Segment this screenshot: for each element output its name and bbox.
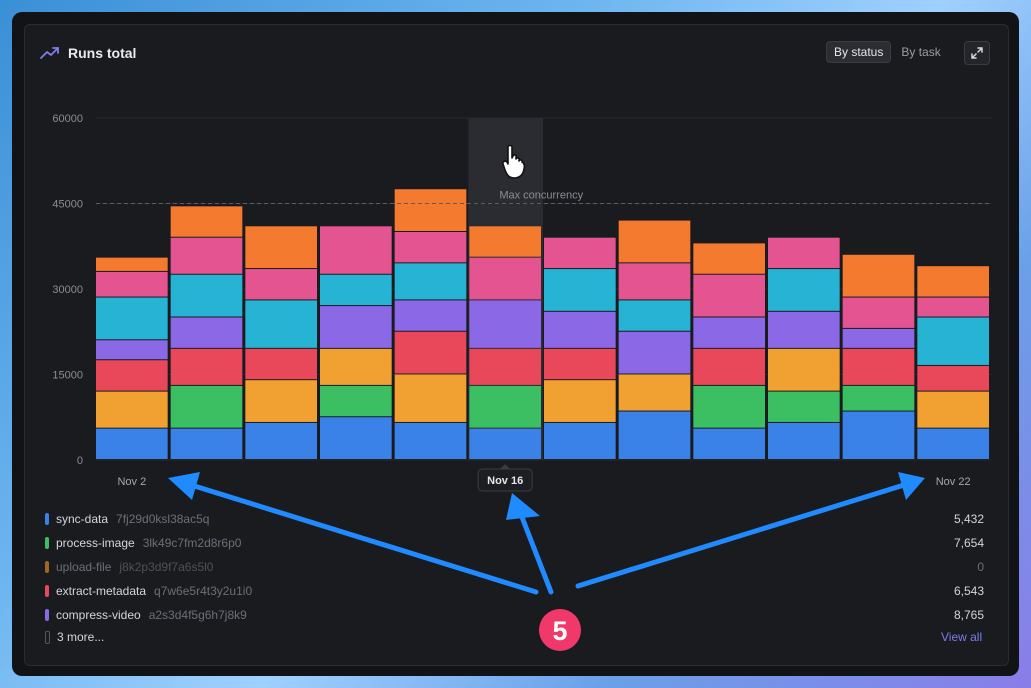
arrow-head-nov2: [168, 472, 200, 500]
arrow-head-nov22: [898, 472, 925, 500]
hand-pointer-icon: [502, 144, 526, 179]
annotation-arrows: [168, 472, 925, 595]
arrow-to-nov2: [185, 481, 539, 595]
arrow-to-nov16: [517, 509, 554, 595]
annotation-overlay: 5: [168, 144, 925, 651]
arrow-to-nov22: [575, 482, 907, 589]
arrow-head-nov16: [506, 493, 540, 520]
annotation-badge-number: 5: [552, 616, 567, 646]
